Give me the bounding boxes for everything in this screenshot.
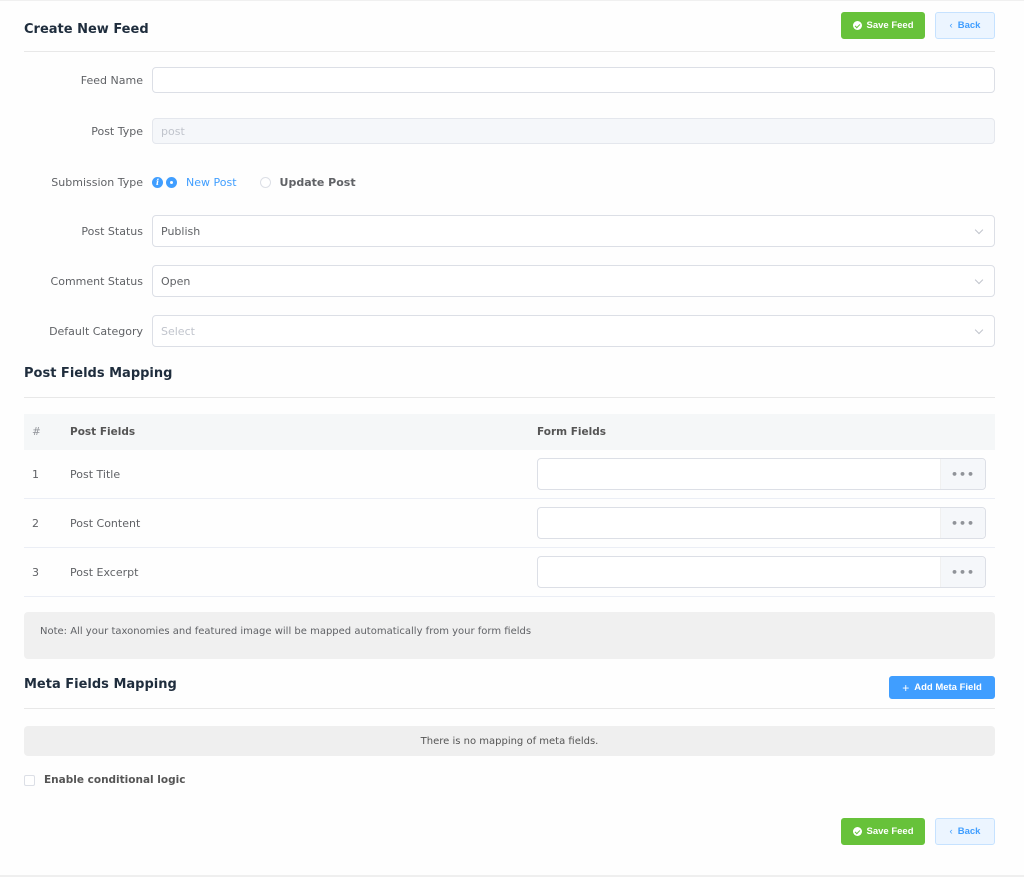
column-header-form-fields: Form Fields — [537, 426, 606, 438]
form-field-input-text[interactable] — [538, 557, 940, 587]
feed-name-input[interactable] — [152, 67, 995, 93]
footer-save-feed-label: Save Feed — [866, 826, 914, 837]
form-field-input-text[interactable] — [538, 508, 940, 538]
form-field-input-text[interactable] — [538, 459, 940, 489]
radio-update-post-label[interactable]: Update Post — [280, 176, 356, 189]
row-post-field: Post Excerpt — [70, 565, 139, 579]
conditional-logic-checkbox[interactable] — [24, 774, 35, 786]
chevron-down-icon — [974, 225, 984, 235]
empty-meta-fields-message: There is no mapping of meta fields. — [24, 726, 995, 756]
radio-update-post[interactable] — [259, 176, 271, 188]
post-fields-mapping-title: Post Fields Mapping — [24, 366, 173, 381]
meta-fields-mapping-header: Meta Fields Mapping — [24, 672, 995, 709]
row-post-field: Post Content — [70, 516, 141, 530]
row-num: 3 — [32, 565, 39, 579]
comment-status-label: Comment Status — [50, 274, 143, 288]
form-field-input: ••• — [537, 507, 986, 539]
footer-back-label: Back — [957, 826, 981, 837]
taxonomy-note: Note: All your taxonomies and featured i… — [24, 612, 995, 659]
post-status-select[interactable]: Publish — [152, 215, 995, 247]
table-row: 2 Post Content ••• — [24, 499, 995, 548]
page-title: Create New Feed — [24, 22, 149, 37]
post-fields-mapping-header: Post Fields Mapping — [24, 362, 995, 398]
more-options-button[interactable]: ••• — [940, 508, 985, 538]
conditional-logic-label[interactable]: Enable conditional logic — [44, 774, 185, 786]
add-meta-field-label: Add Meta Field — [914, 682, 982, 693]
table-row: 1 Post Title ••• — [24, 450, 995, 499]
footer-back-button[interactable]: ‹ Back — [935, 818, 995, 845]
back-label: Back — [957, 20, 981, 31]
footer-save-feed-button[interactable]: Save Feed — [841, 818, 925, 845]
submission-type-label: Submission Type — [51, 175, 143, 189]
top-divider — [0, 0, 1024, 1]
table-header: # Post Fields Form Fields — [24, 414, 995, 450]
post-type-input: post — [152, 118, 995, 144]
more-options-button[interactable]: ••• — [940, 557, 985, 587]
post-type-row: Post Type post — [0, 115, 1024, 147]
table-row: 3 Post Excerpt ••• — [24, 548, 995, 597]
post-type-value: post — [161, 124, 185, 138]
save-feed-button[interactable]: Save Feed — [841, 12, 925, 39]
post-type-label: Post Type — [91, 124, 143, 138]
column-header-num: # — [32, 426, 41, 438]
radio-new-post[interactable] — [166, 176, 177, 188]
default-category-label: Default Category — [49, 324, 143, 338]
chevron-down-icon — [974, 275, 984, 285]
comment-status-select[interactable]: Open — [152, 265, 995, 297]
post-status-value: Publish — [161, 224, 201, 238]
save-feed-label: Save Feed — [866, 20, 914, 31]
chevron-down-icon — [974, 325, 984, 335]
feed-name-label: Feed Name — [80, 73, 143, 87]
meta-fields-mapping-title: Meta Fields Mapping — [24, 677, 177, 692]
check-circle-icon — [852, 827, 862, 836]
default-category-placeholder: Select — [161, 324, 195, 338]
check-circle-icon — [852, 21, 862, 30]
radio-new-post-label[interactable]: New Post — [186, 176, 237, 189]
add-meta-field-button[interactable]: + Add Meta Field — [889, 676, 995, 699]
row-post-field: Post Title — [70, 467, 121, 481]
default-category-row: Default Category Select — [0, 315, 1024, 347]
row-num: 1 — [32, 467, 39, 481]
form-field-input: ••• — [537, 458, 986, 490]
default-category-select[interactable]: Select — [152, 315, 995, 347]
comment-status-value: Open — [161, 274, 191, 288]
submission-type-radio-group: i New Post Update Post — [152, 166, 379, 198]
chevron-left-icon: ‹ — [949, 826, 953, 837]
more-options-button[interactable]: ••• — [940, 459, 985, 489]
post-status-row: Post Status Publish — [0, 215, 1024, 247]
column-header-post-fields: Post Fields — [70, 426, 136, 438]
submission-type-row: Submission Type i New Post Update Post — [0, 166, 1024, 198]
back-button[interactable]: ‹ Back — [935, 12, 995, 39]
comment-status-row: Comment Status Open — [0, 265, 1024, 297]
chevron-left-icon: ‹ — [949, 20, 953, 31]
form-field-input: ••• — [537, 556, 986, 588]
conditional-logic-row: Enable conditional logic — [24, 774, 185, 786]
post-fields-table: # Post Fields Form Fields 1 Post Title •… — [24, 414, 995, 597]
feed-name-row: Feed Name — [0, 64, 1024, 96]
plus-icon: + — [902, 680, 910, 695]
row-num: 2 — [32, 516, 39, 530]
info-icon[interactable]: i — [152, 176, 163, 188]
post-status-label: Post Status — [81, 224, 143, 238]
